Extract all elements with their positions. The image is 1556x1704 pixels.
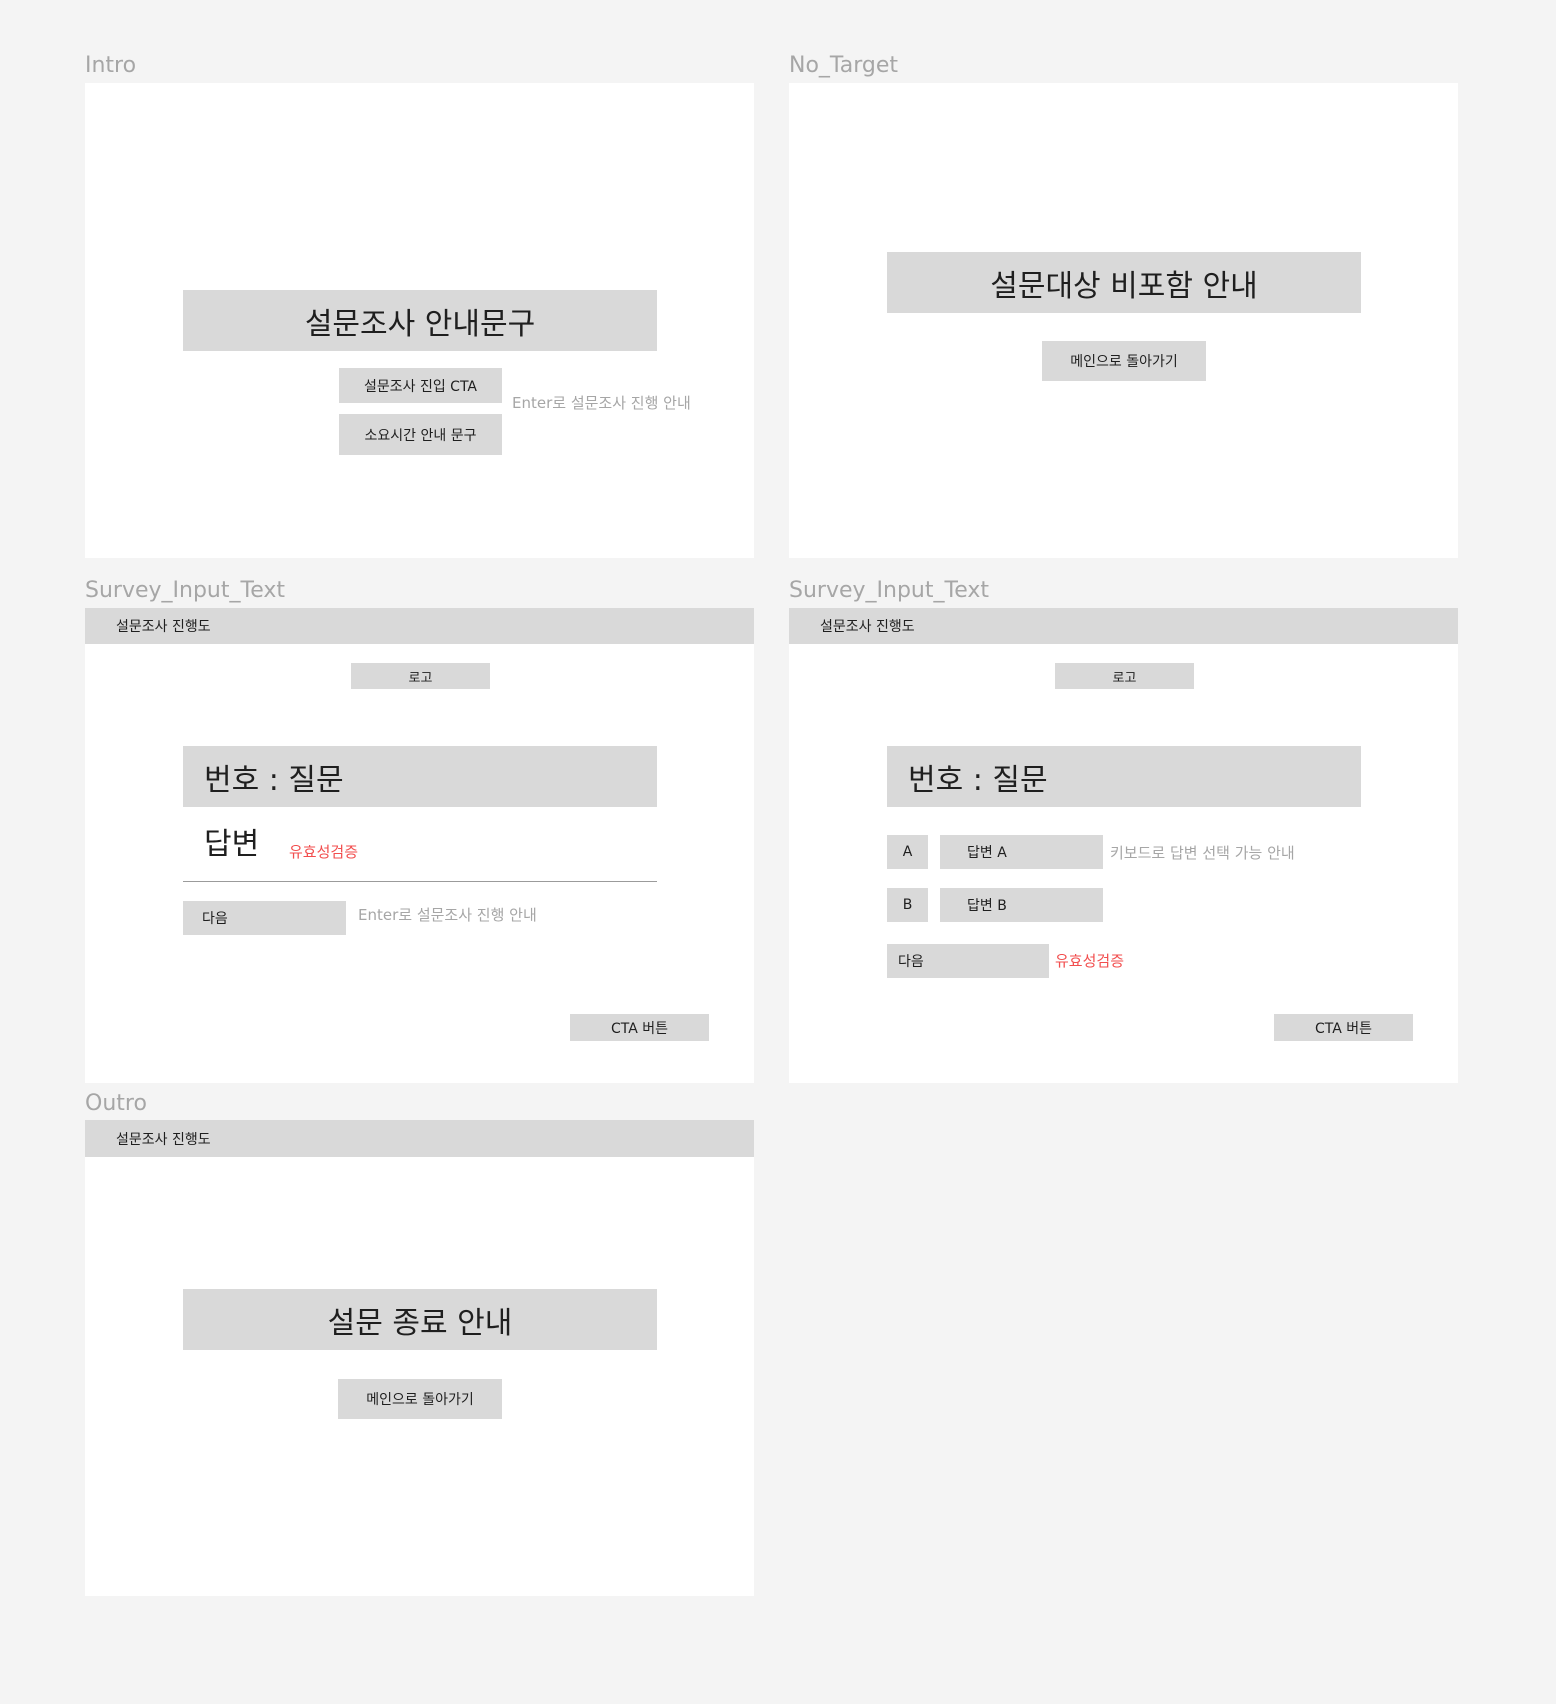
next-button[interactable]: 다음 (183, 901, 346, 935)
frame-label-survey-text: Survey_Input_Text (85, 578, 285, 603)
back-to-main-button[interactable]: 메인으로 돌아가기 (1042, 341, 1206, 381)
intro-duration-text: 소요시간 안내 문구 (339, 414, 502, 455)
enter-hint: Enter로 설문조사 진행 안내 (358, 906, 537, 924)
answer-underline (183, 881, 657, 882)
cta-button[interactable]: CTA 버튼 (1274, 1014, 1413, 1041)
cta-button[interactable]: CTA 버튼 (570, 1014, 709, 1041)
question-title: 번호 : 질문 (887, 746, 1361, 807)
intro-frame: 설문조사 안내문구 설문조사 진입 CTA Enter로 설문조사 진행 안내 … (85, 83, 754, 558)
logo: 로고 (1055, 663, 1194, 689)
validation-message: 유효성검증 (1055, 952, 1125, 970)
logo: 로고 (351, 663, 490, 689)
outro-frame: 설문조사 진행도 설문 종료 안내 메인으로 돌아가기 (85, 1120, 754, 1596)
option-answer-b[interactable]: 답변 B (940, 888, 1103, 922)
intro-enter-hint: Enter로 설문조사 진행 안내 (512, 394, 691, 412)
frame-label-outro: Outro (85, 1091, 147, 1116)
frame-label-no-target: No_Target (789, 53, 898, 78)
no-target-frame: 설문대상 비포함 안내 메인으로 돌아가기 (789, 83, 1458, 558)
survey-progress-bar: 설문조사 진행도 (85, 608, 754, 644)
outro-headline: 설문 종료 안내 (183, 1289, 657, 1350)
frame-label-intro: Intro (85, 53, 137, 78)
survey-progress-bar: 설문조사 진행도 (85, 1120, 754, 1157)
question-title: 번호 : 질문 (183, 746, 657, 807)
no-target-headline: 설문대상 비포함 안내 (887, 252, 1361, 313)
intro-cta-button[interactable]: 설문조사 진입 CTA (339, 368, 502, 403)
option-key-b[interactable]: B (887, 888, 928, 922)
option-key-a[interactable]: A (887, 835, 928, 869)
survey-progress-bar: 설문조사 진행도 (789, 608, 1458, 644)
survey-choice-frame: 설문조사 진행도 로고 번호 : 질문 A 답변 A 키보드로 답변 선택 가능… (789, 608, 1458, 1083)
back-to-main-button[interactable]: 메인으로 돌아가기 (338, 1379, 502, 1419)
next-button[interactable]: 다음 (887, 944, 1049, 978)
answer-input[interactable]: 답변 (204, 830, 259, 860)
survey-text-frame: 설문조사 진행도 로고 번호 : 질문 답변 유효성검증 다음 Enter로 설… (85, 608, 754, 1083)
validation-message: 유효성검증 (289, 843, 359, 861)
intro-headline: 설문조사 안내문구 (183, 290, 657, 351)
option-answer-a[interactable]: 답변 A (940, 835, 1103, 869)
frame-label-survey-choice: Survey_Input_Text (789, 578, 989, 603)
keyboard-hint: 키보드로 답변 선택 가능 안내 (1110, 844, 1295, 862)
